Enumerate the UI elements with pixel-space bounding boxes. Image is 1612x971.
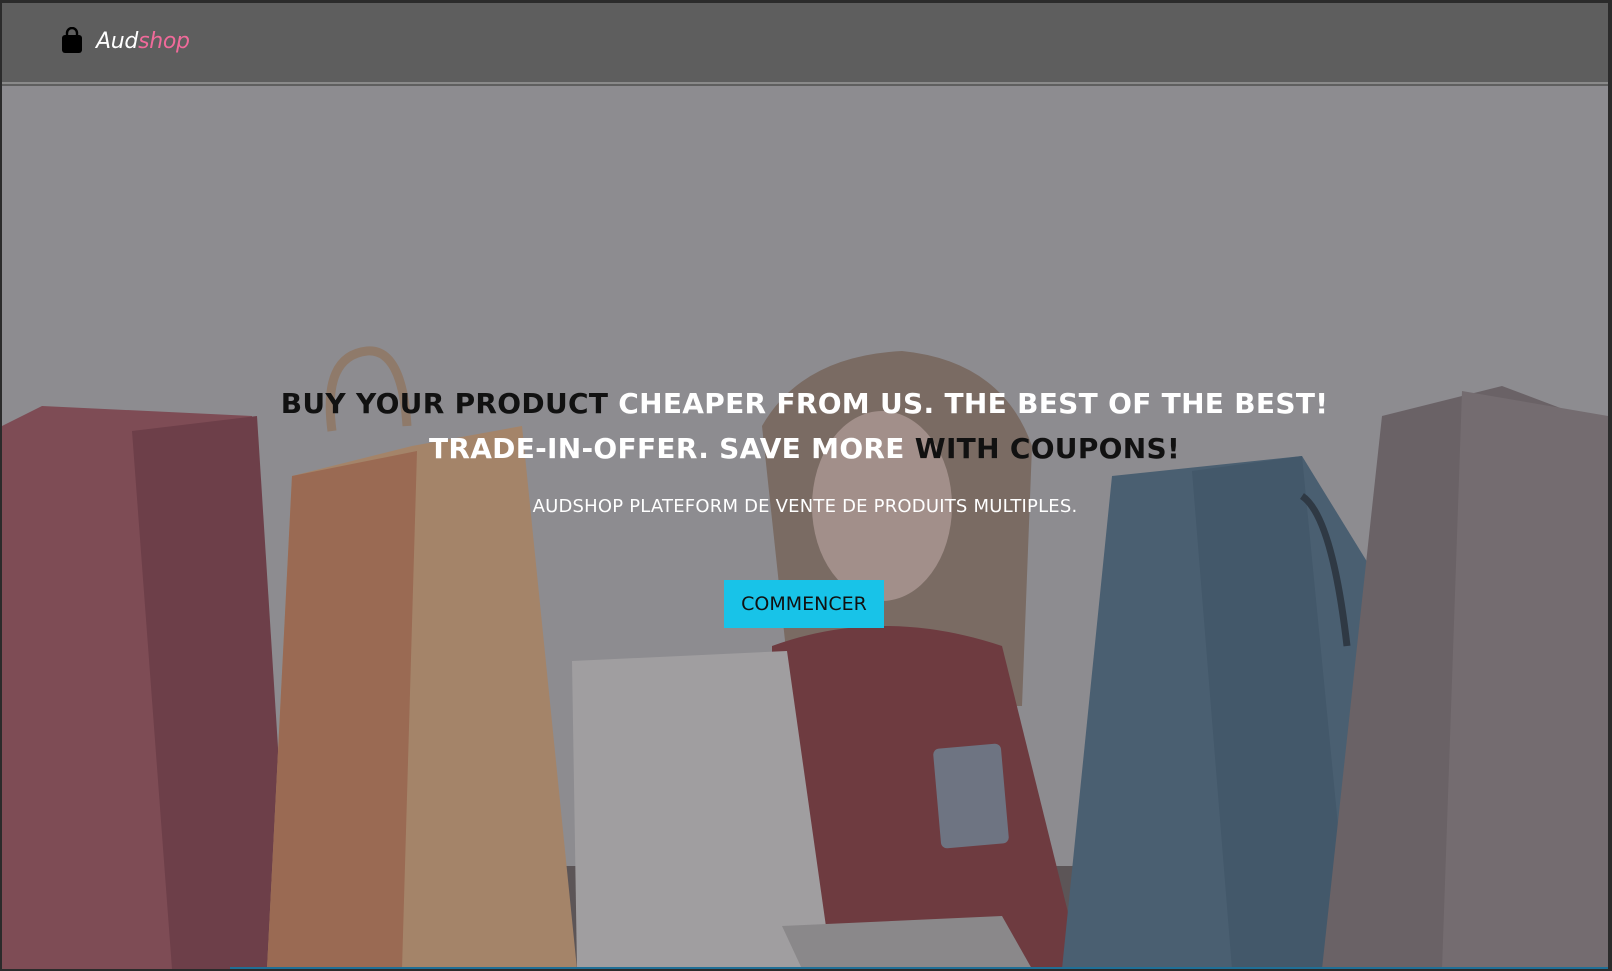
hero-content: BUY YOUR PRODUCT CHEAPER FROM US. THE BE… (2, 86, 1608, 969)
headline-dark-part-2: WITH COUPONS! (904, 432, 1181, 465)
hero-subline: AUDSHOP PLATEFORM DE VENTE DE PRODUITS M… (532, 496, 1078, 517)
hero-headline: BUY YOUR PRODUCT CHEAPER FROM US. THE BE… (252, 381, 1357, 471)
browser-viewport: Audshop home shop blog about contact car… (2, 3, 1608, 969)
hero-section: BUY YOUR PRODUCT CHEAPER FROM US. THE BE… (2, 86, 1608, 969)
commencer-button[interactable]: COMMENCER (724, 580, 884, 628)
brand-name: Audshop (96, 29, 190, 54)
brand-logo[interactable]: Audshop (60, 26, 190, 55)
brand-name-part1: Aud (96, 28, 139, 54)
headline-dark-part-1: BUY YOUR PRODUCT (280, 387, 609, 420)
brand-name-part2: shop (138, 28, 190, 54)
navbar: Audshop home shop blog about contact car… (2, 3, 1608, 84)
shopping-bag-icon (60, 26, 84, 55)
taskbar-strip (230, 967, 1608, 969)
